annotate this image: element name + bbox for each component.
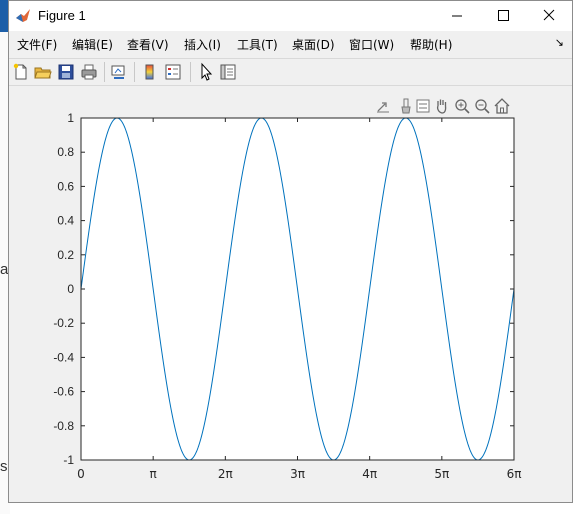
x-tick-label: 6π [507, 467, 522, 481]
x-tick-label: 4π [362, 467, 377, 481]
y-tick-label: 0.2 [57, 248, 74, 262]
y-tick-label: -0.4 [53, 350, 74, 364]
y-tick-label: 0.6 [57, 179, 74, 193]
plot-canvas[interactable]: 0 π 2π 3π 4π 5π 6π -1 -0.8 -0.6 -0.4 -0.2 0 0.2 0.4 0.6… [0, 0, 576, 514]
y-tick-label: -1 [63, 453, 74, 467]
x-tick-label: 0 [77, 467, 85, 481]
y-tick-label: -0.2 [53, 316, 74, 330]
y-tick-label: -0.8 [53, 419, 74, 433]
y-tick-label: -0.6 [53, 385, 74, 399]
y-tick-label: 1 [67, 111, 74, 125]
y-tick-label: 0.8 [57, 145, 74, 159]
y-tick-label: 0 [67, 282, 74, 296]
x-tick-label: π [150, 467, 157, 481]
y-tick-label: 0.4 [57, 214, 74, 228]
x-tick-label: 5π [434, 467, 449, 481]
x-tick-label: 3π [290, 467, 305, 481]
x-tick-label: 2π [218, 467, 233, 481]
